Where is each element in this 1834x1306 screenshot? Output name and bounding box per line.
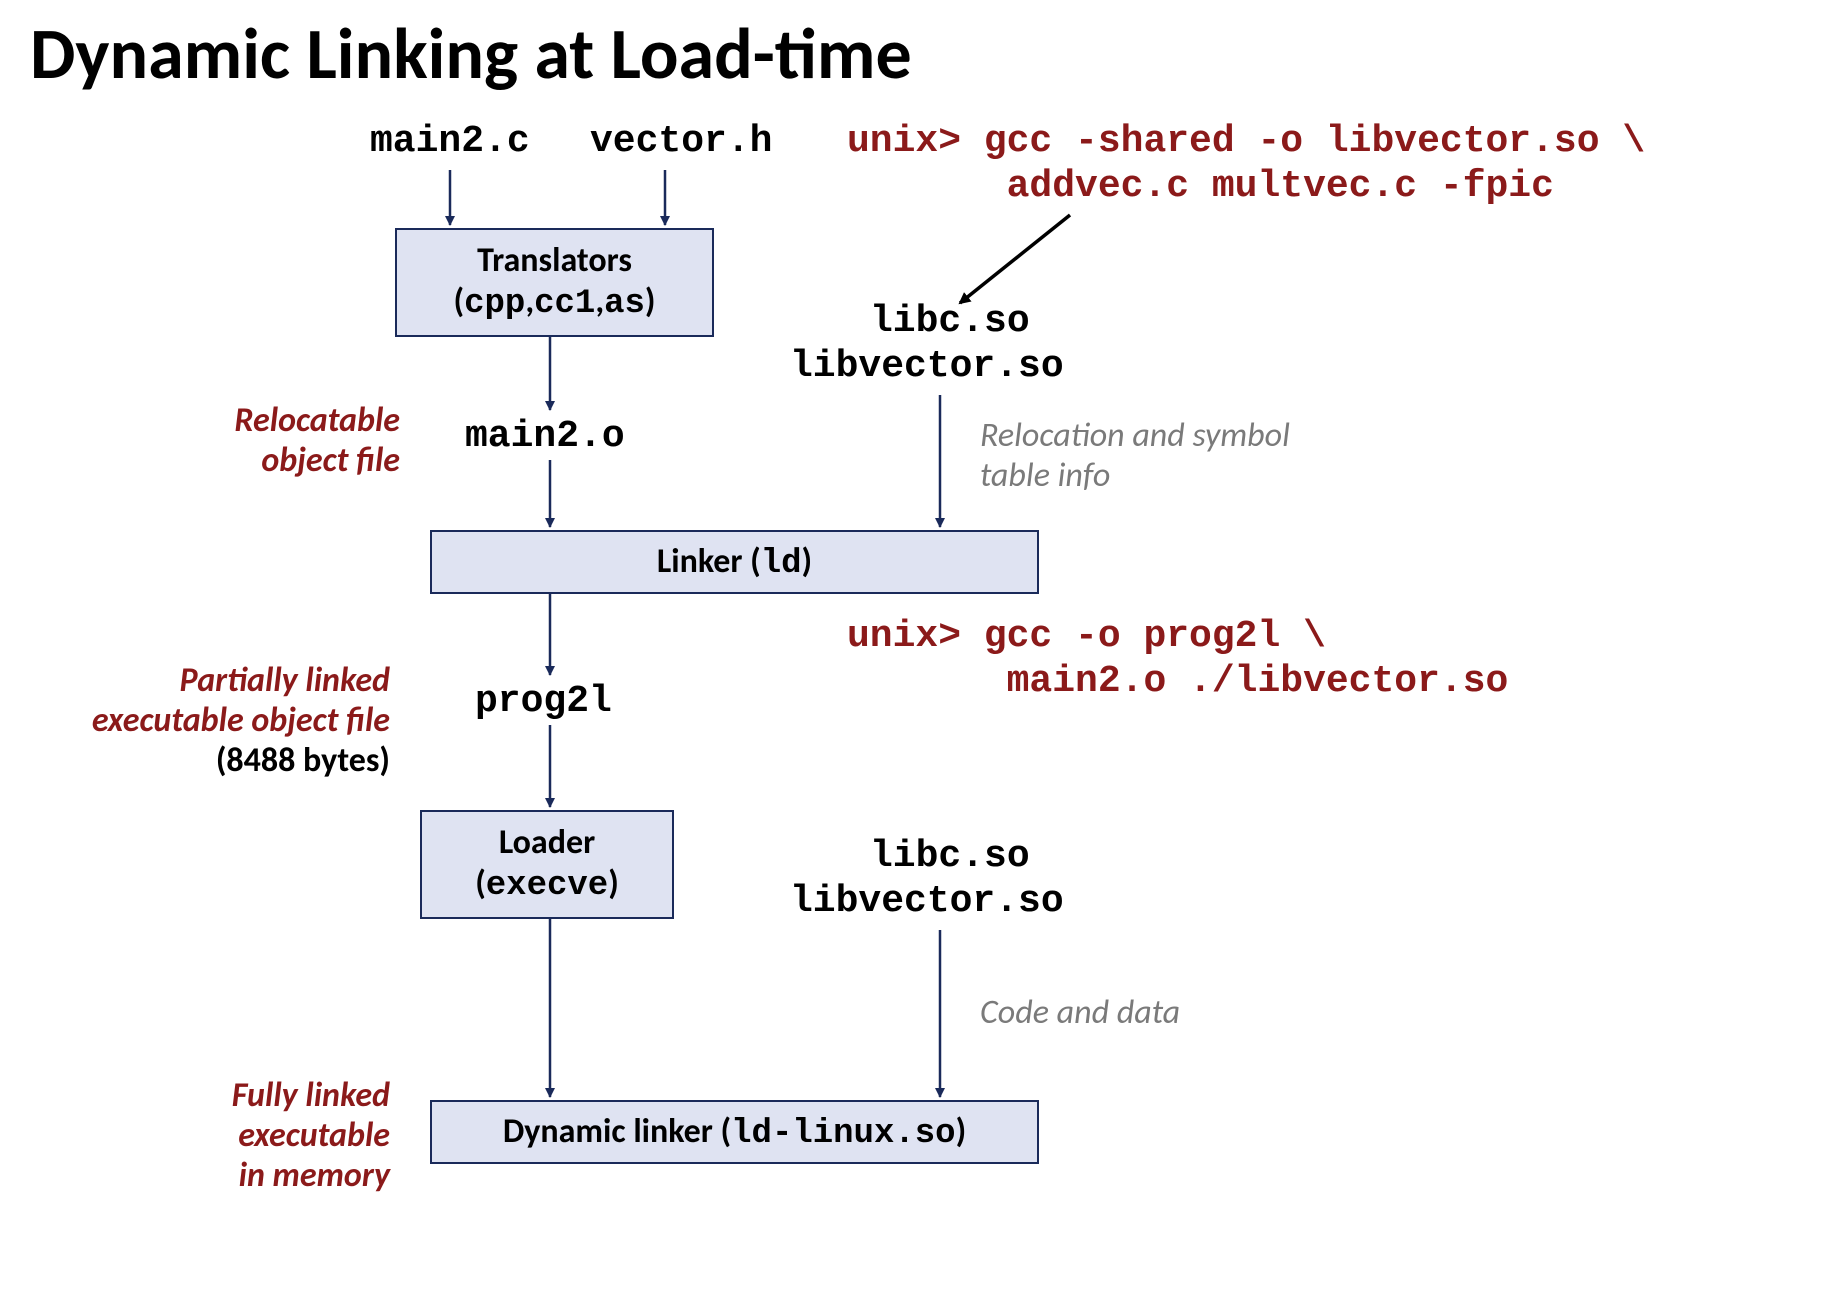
label-libc-so-1: libc.so bbox=[870, 300, 1030, 343]
cmd-gcc-shared-line1: unix> gcc -shared -o libvector.so \ bbox=[847, 120, 1645, 163]
loader-sub: (execve) bbox=[422, 863, 672, 905]
cmd-gcc-shared-line2: addvec.c multvec.c -fpic bbox=[847, 165, 1554, 208]
annot-code-data: Code and data bbox=[980, 992, 1180, 1033]
annot-reloc-info-1: Relocation and symbol bbox=[980, 415, 1290, 456]
cmd-gcc-link-line2: main2.o ./libvector.so bbox=[847, 660, 1508, 703]
box-loader: Loader (execve) bbox=[420, 810, 674, 919]
annot-relocatable-2: object file bbox=[160, 440, 400, 481]
annot-relocatable-1: Relocatable bbox=[160, 400, 400, 441]
annot-reloc-info-2: table info bbox=[980, 455, 1110, 496]
label-prog2l: prog2l bbox=[475, 680, 612, 723]
arrow-cmd-shared-libvector bbox=[960, 215, 1070, 303]
annot-partially-1: Partially linked bbox=[40, 660, 390, 701]
loader-title: Loader bbox=[422, 822, 672, 863]
label-vector-h: vector.h bbox=[590, 120, 772, 163]
label-libvector-so-2: libvector.so bbox=[790, 880, 1064, 923]
annot-fully-3: in memory bbox=[140, 1155, 390, 1196]
cmd-gcc-link-line1: unix> gcc -o prog2l \ bbox=[847, 615, 1326, 658]
label-main2-o: main2.o bbox=[465, 415, 625, 458]
label-libvector-so-1: libvector.so bbox=[790, 345, 1064, 388]
annot-partially-2: executable object file bbox=[40, 700, 390, 741]
annot-partially-size: (8488 bytes) bbox=[40, 740, 390, 781]
box-linker: Linker (ld) bbox=[430, 530, 1039, 594]
translators-title: Translators bbox=[397, 240, 712, 281]
annot-fully-1: Fully linked bbox=[140, 1075, 390, 1116]
box-dynamic-linker: Dynamic linker (ld-linux.so) bbox=[430, 1100, 1039, 1164]
translators-sub: (cpp,cc1,as) bbox=[397, 281, 712, 323]
slide-title: Dynamic Linking at Load-time bbox=[30, 10, 912, 98]
annot-fully-2: executable bbox=[140, 1115, 390, 1156]
diagram-stage: Dynamic Linking at Load-time main2.c vec… bbox=[0, 0, 1834, 1306]
label-main2-c: main2.c bbox=[370, 120, 530, 163]
label-libc-so-2: libc.so bbox=[870, 835, 1030, 878]
box-translators-real: Translators (cpp,cc1,as) bbox=[395, 228, 714, 337]
